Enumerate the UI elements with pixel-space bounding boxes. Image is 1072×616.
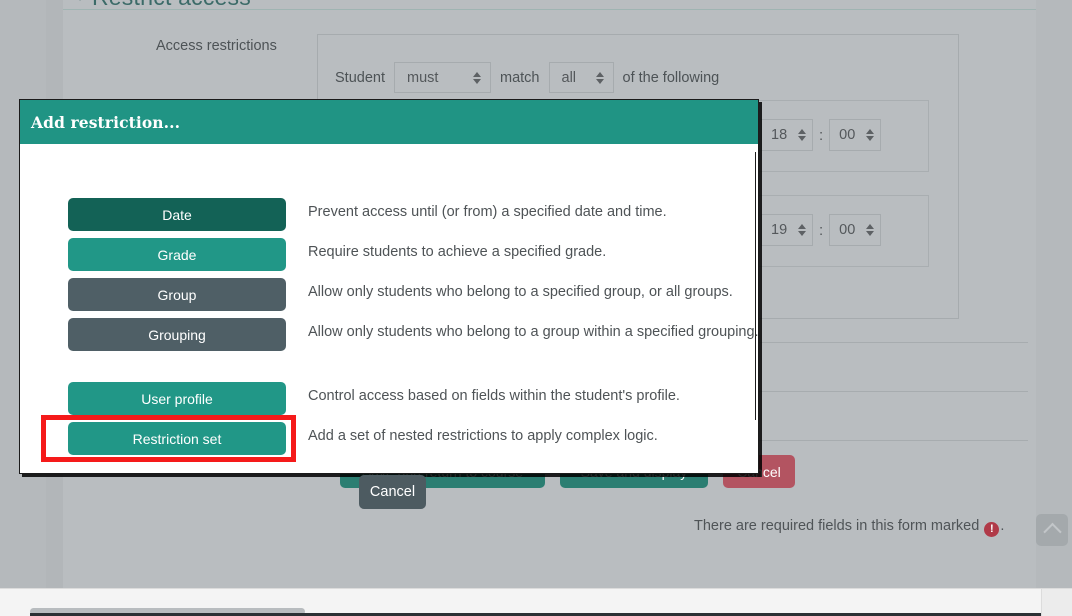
modal-title: Add restriction... xyxy=(31,112,181,132)
minute-select[interactable]: 00 xyxy=(829,214,882,246)
restriction-condition-row: Student must match all of the following xyxy=(335,62,719,93)
modal-cancel-button[interactable]: Cancel xyxy=(359,475,426,509)
restriction-option-grade: Grade Require students to achieve a spec… xyxy=(68,238,763,271)
access-restrictions-label: Access restrictions xyxy=(156,38,277,54)
minute-select[interactable]: 00 xyxy=(829,119,882,151)
time-picker: 19 : 00 xyxy=(761,214,882,246)
select-spinner-icon xyxy=(595,71,605,85)
condition-quantifier-select[interactable]: all xyxy=(548,62,614,93)
condition-quantifier-value: all xyxy=(561,69,577,86)
time-colon: : xyxy=(819,126,824,144)
modal-header: Add restriction... xyxy=(20,100,758,144)
hour-value: 19 xyxy=(771,222,788,238)
hour-value: 18 xyxy=(771,127,788,143)
grouping-option-description: Allow only students who belong to a grou… xyxy=(308,324,759,340)
select-spinner-icon xyxy=(798,223,807,237)
grade-option-button[interactable]: Grade xyxy=(68,238,286,271)
required-marker-icon: ! xyxy=(984,522,1000,537)
required-fields-note: There are required fields in this form m… xyxy=(694,518,1004,537)
group-option-description: Allow only students who belong to a spec… xyxy=(308,284,733,300)
user-profile-option-description: Control access based on fields within th… xyxy=(308,388,680,404)
select-spinner-icon xyxy=(798,128,807,142)
horizontal-scrollbar[interactable] xyxy=(0,588,1072,616)
hour-select[interactable]: 18 xyxy=(761,119,813,151)
condition-operator-value: must xyxy=(407,69,439,86)
condition-prefix-label: Student xyxy=(335,69,385,86)
chevron-up-icon xyxy=(1042,522,1062,541)
add-restriction-modal: Add restriction... Date Prevent access u… xyxy=(19,99,759,509)
restriction-option-restriction-set: Restriction set Add a set of nested rest… xyxy=(68,422,763,455)
modal-body: Date Prevent access until (or from) a sp… xyxy=(20,144,759,509)
page-title: Restrict access xyxy=(92,0,251,11)
minute-value: 00 xyxy=(839,127,856,143)
restriction-option-group: Group Allow only students who belong to … xyxy=(68,278,763,311)
grouping-option-button[interactable]: Grouping xyxy=(68,318,286,351)
scrollbar-corner xyxy=(1041,589,1072,616)
required-note-text: There are required fields in this form m… xyxy=(694,518,980,534)
time-picker: 18 : 00 xyxy=(761,119,882,151)
time-colon: : xyxy=(819,221,824,239)
condition-operator-select[interactable]: must xyxy=(394,62,491,93)
condition-suffix-label: of the following xyxy=(622,69,720,86)
screen: ▾ Restrict access Access restrictions St… xyxy=(0,0,1072,616)
date-option-description: Prevent access until (or from) a specifi… xyxy=(308,204,667,220)
group-option-button[interactable]: Group xyxy=(68,278,286,311)
grade-option-description: Require students to achieve a specified … xyxy=(308,244,607,260)
minute-value: 00 xyxy=(839,222,856,238)
user-profile-option-button[interactable]: User profile xyxy=(68,382,286,415)
back-to-top-button[interactable] xyxy=(1036,514,1068,546)
date-option-button[interactable]: Date xyxy=(68,198,286,231)
collapse-caret-icon[interactable]: ▾ xyxy=(77,0,83,4)
restriction-option-date: Date Prevent access until (or from) a sp… xyxy=(68,198,763,231)
restriction-option-grouping: Grouping Allow only students who belong … xyxy=(68,318,763,351)
select-spinner-icon xyxy=(473,71,482,85)
restriction-option-user-profile: User profile Control access based on fie… xyxy=(68,382,763,415)
restriction-set-option-button[interactable]: Restriction set xyxy=(68,422,286,455)
select-spinner-icon xyxy=(866,223,875,237)
restriction-set-option-description: Add a set of nested restrictions to appl… xyxy=(308,428,658,444)
required-note-period: . xyxy=(1000,518,1005,534)
select-spinner-icon xyxy=(866,128,875,142)
hour-select[interactable]: 19 xyxy=(761,214,813,246)
condition-middle-label: match xyxy=(500,69,540,86)
